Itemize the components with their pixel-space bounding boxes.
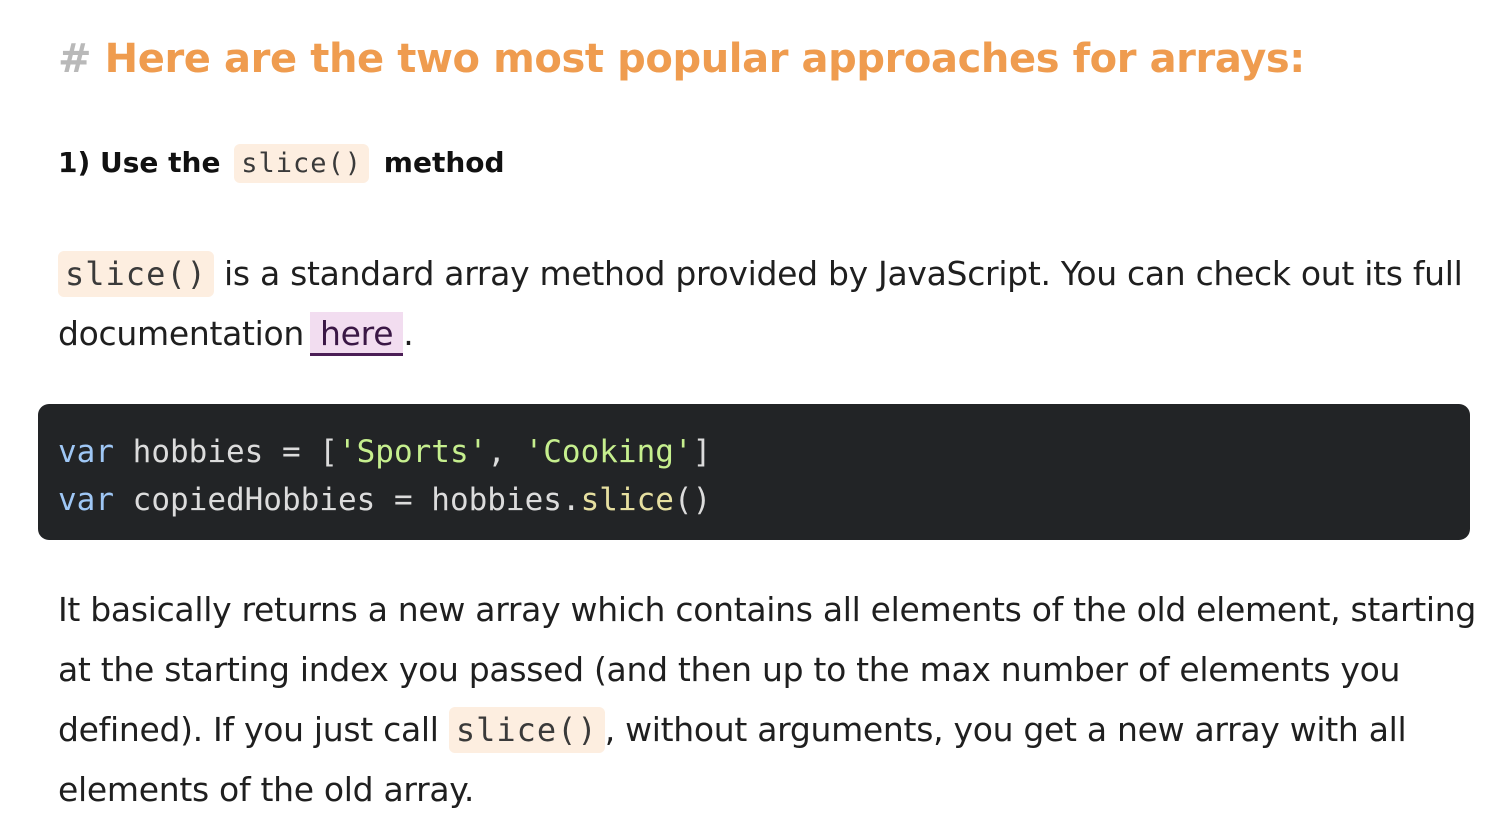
subheading-prefix: 1) Use the bbox=[58, 146, 221, 179]
documentation-link[interactable]: here bbox=[310, 312, 404, 356]
heading-text: Here are the two most popular approaches… bbox=[104, 36, 1306, 82]
code-text: copiedHobbies = hobbies. bbox=[114, 482, 581, 518]
code-string: 'Cooking' bbox=[524, 434, 693, 470]
code-keyword: var bbox=[58, 482, 114, 518]
section-heading: # Here are the two most popular approach… bbox=[58, 30, 1305, 88]
code-text: ] bbox=[692, 434, 712, 470]
sub-heading: 1) Use the slice() method bbox=[58, 138, 505, 189]
code-text: , bbox=[487, 434, 525, 470]
inline-code: slice() bbox=[448, 707, 605, 753]
subheading-suffix: method bbox=[383, 146, 505, 179]
code-text: () bbox=[673, 482, 712, 518]
article-page: # Here are the two most popular approach… bbox=[0, 0, 1510, 840]
code-text: hobbies = [ bbox=[114, 434, 338, 470]
code-block: var hobbies = ['Sports', 'Cooking'] var c… bbox=[38, 404, 1470, 540]
code-function: slice bbox=[580, 482, 674, 518]
inline-code: slice() bbox=[58, 251, 214, 297]
paragraph-intro-text: is a standard array method provided by J… bbox=[58, 254, 1463, 353]
heading-hash-anchor[interactable]: # bbox=[58, 36, 92, 82]
paragraph-explanation: It basically returns a new array which c… bbox=[58, 580, 1478, 820]
code-string: 'Sports' bbox=[337, 434, 488, 470]
paragraph-intro: slice() is a standard array method provi… bbox=[58, 244, 1478, 364]
code-keyword: var bbox=[58, 434, 114, 470]
code-line-2: var copiedHobbies = hobbies.slice() bbox=[58, 476, 1450, 524]
subheading-inline-code: slice() bbox=[234, 144, 370, 183]
paragraph-intro-end: . bbox=[403, 314, 414, 353]
code-line-1: var hobbies = ['Sports', 'Cooking'] bbox=[58, 428, 1450, 476]
